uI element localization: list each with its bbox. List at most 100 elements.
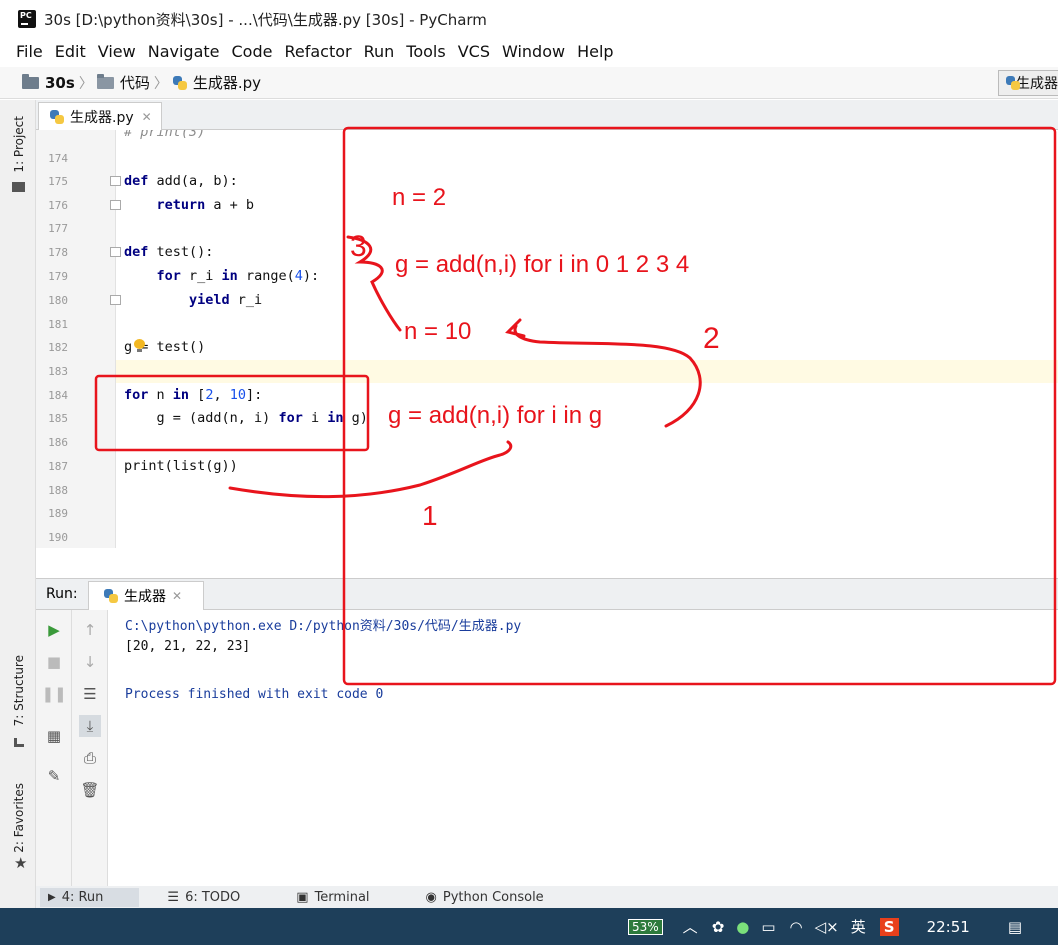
- bottom-tab-terminal-label: Terminal: [314, 889, 370, 905]
- battery-icon[interactable]: ▭: [761, 918, 775, 936]
- left-tool-window-strip: 1: Project 7: Structure 2: Favorites ★: [0, 100, 36, 908]
- run-tab-icon: ▶: [48, 891, 56, 903]
- code-line-def-test: def test():: [124, 244, 214, 260]
- window-title: 30s [D:\python资料\30s] - ...\代码\生成器.py [3…: [44, 10, 487, 29]
- structure-icon: [14, 738, 24, 747]
- chevron-up-icon[interactable]: ︿: [683, 916, 698, 937]
- pause-icon[interactable]: ❚❚: [41, 683, 66, 705]
- python-file-icon: [172, 75, 188, 91]
- menu-tools[interactable]: Tools: [406, 42, 445, 61]
- code-line-comment: # print(3): [124, 130, 206, 140]
- breadcrumb-folder-label: 代码: [119, 74, 150, 92]
- python-file-icon: [49, 109, 65, 125]
- system-tray: 53% ︿ ✿ ● ▭ ◠ ◁× 英 S 22:51 ▤: [628, 908, 1022, 945]
- intention-bulb-icon[interactable]: [134, 339, 145, 353]
- breadcrumb-file[interactable]: 生成器.py: [172, 72, 261, 93]
- close-tab-icon[interactable]: ✕: [142, 110, 152, 124]
- up-arrow-icon[interactable]: ↑: [79, 619, 101, 641]
- annotation-mark-3: 3: [350, 230, 367, 263]
- bottom-tab-run-label: 4: Run: [61, 889, 104, 905]
- volume-icon[interactable]: ◁×: [815, 918, 839, 936]
- bottom-tab-python-console[interactable]: ◉ Python Console: [426, 890, 572, 905]
- editor-tab-generator[interactable]: 生成器.py ✕: [38, 102, 162, 130]
- line-number: 178: [48, 246, 68, 259]
- title-bar: PC 30s [D:\python资料\30s] - ...\代码\生成器.py…: [0, 0, 1058, 38]
- menu-view[interactable]: View: [98, 42, 136, 61]
- line-number: 181: [48, 318, 68, 331]
- breadcrumb-project[interactable]: 30s: [22, 73, 75, 92]
- down-arrow-icon[interactable]: ↓: [79, 651, 101, 673]
- bottom-tool-tabs: ▶ 4: Run ☰ 6: TODO ▣ Terminal ◉ Python Conso…: [36, 886, 1058, 908]
- menu-vcs[interactable]: VCS: [458, 42, 490, 61]
- notification-icon[interactable]: ▤: [1008, 918, 1022, 936]
- wifi-icon[interactable]: ◠: [790, 918, 803, 936]
- fold-marker-icon[interactable]: [110, 247, 121, 257]
- print-icon[interactable]: ⎙: [79, 747, 101, 769]
- editor-tab-label: 生成器.py: [70, 109, 134, 126]
- todo-icon: ☰: [167, 889, 180, 905]
- menu-window[interactable]: Window: [502, 42, 565, 61]
- battery-indicator[interactable]: 53%: [628, 918, 663, 935]
- clock[interactable]: 22:51: [927, 918, 970, 936]
- menu-file[interactable]: File: [16, 42, 43, 61]
- run-configuration-selector[interactable]: 生成器: [998, 70, 1058, 96]
- menu-edit[interactable]: Edit: [55, 42, 86, 61]
- bottom-tab-terminal[interactable]: ▣ Terminal: [296, 890, 397, 905]
- menu-run[interactable]: Run: [364, 42, 395, 61]
- app-tray-icon[interactable]: ✿: [712, 918, 725, 936]
- folder-icon: [22, 73, 39, 89]
- line-number: 179: [48, 270, 68, 283]
- code-line-for-n: for n in [2, 10]:: [124, 387, 263, 403]
- line-number: 182: [48, 341, 68, 354]
- annotation-n-equals-10: n = 10: [404, 318, 472, 345]
- close-tab-icon[interactable]: ✕: [172, 589, 182, 603]
- bottom-tab-run[interactable]: ▶ 4: Run: [40, 887, 140, 907]
- run-tool-window: Run: 生成器 ✕ ▶ ■ ❚❚ ▦ ✎ ↑ ↓ ☰ ⤓ ⎙ 🗑 C:\pyt…: [36, 578, 1058, 910]
- editor-tabs-bar: 生成器.py ✕: [36, 100, 1058, 130]
- wechat-icon[interactable]: ●: [736, 918, 749, 936]
- line-number: 187: [48, 460, 68, 473]
- sogou-icon[interactable]: S: [879, 917, 899, 936]
- fold-marker-icon[interactable]: [110, 176, 121, 186]
- terminal-icon: ▣: [296, 889, 309, 905]
- fold-marker-icon[interactable]: [110, 200, 121, 210]
- favorites-tool-tab[interactable]: 2: Favorites: [12, 783, 26, 853]
- structure-tool-tab[interactable]: 7: Structure: [12, 655, 26, 726]
- project-tool-tab[interactable]: 1: Project: [12, 116, 26, 173]
- menu-bar: File Edit View Navigate Code Refactor Ru…: [0, 38, 1058, 65]
- menu-refactor[interactable]: Refactor: [284, 42, 351, 61]
- line-number: 184: [48, 389, 68, 402]
- menu-help[interactable]: Help: [577, 42, 613, 61]
- run-configuration-label: 生成器: [1016, 76, 1058, 92]
- trash-icon[interactable]: 🗑: [79, 779, 101, 801]
- menu-navigate[interactable]: Navigate: [148, 42, 220, 61]
- scroll-to-end-icon[interactable]: ⤓: [79, 715, 101, 737]
- line-number: 174: [48, 152, 68, 165]
- code-line-yield: yield r_i: [189, 292, 263, 308]
- line-number: 189: [48, 507, 68, 520]
- code-line-return: return a + b: [156, 197, 255, 213]
- ime-indicator[interactable]: 英: [851, 916, 866, 937]
- layout-icon[interactable]: ▦: [43, 725, 65, 747]
- code-editor[interactable]: 174 175 176 177 178 179 180 181 182 183 …: [36, 130, 1058, 548]
- stop-icon[interactable]: ■: [43, 651, 65, 673]
- run-label: Run:: [46, 586, 78, 602]
- line-number: 186: [48, 436, 68, 449]
- line-number-gutter: 174 175 176 177 178 179 180 181 182 183 …: [36, 130, 116, 548]
- bottom-tab-todo[interactable]: ☰ 6: TODO: [167, 890, 268, 905]
- line-number: 175: [48, 175, 68, 188]
- soft-wrap-icon[interactable]: ☰: [79, 683, 101, 705]
- pin-icon[interactable]: ✎: [43, 765, 65, 787]
- annotation-mark-2: 2: [703, 322, 720, 355]
- code-line-for-range: for r_i in range(4):: [156, 268, 320, 284]
- annotation-g-add-g: g = add(n,i) for i in g: [388, 402, 603, 429]
- code-line-genexp: g = (add(n, i) for i in g): [124, 410, 368, 426]
- run-tab-generator[interactable]: 生成器 ✕: [88, 581, 204, 610]
- fold-marker-icon[interactable]: [110, 295, 121, 305]
- annotation-mark-1: 1: [422, 500, 438, 531]
- breadcrumb-folder[interactable]: 代码: [96, 72, 150, 93]
- menu-code[interactable]: Code: [232, 42, 273, 61]
- line-number: 180: [48, 294, 68, 307]
- rerun-icon[interactable]: ▶: [43, 619, 65, 641]
- annotation-g-add-range: g = add(n,i) for i in 0 1 2 3 4: [395, 251, 690, 278]
